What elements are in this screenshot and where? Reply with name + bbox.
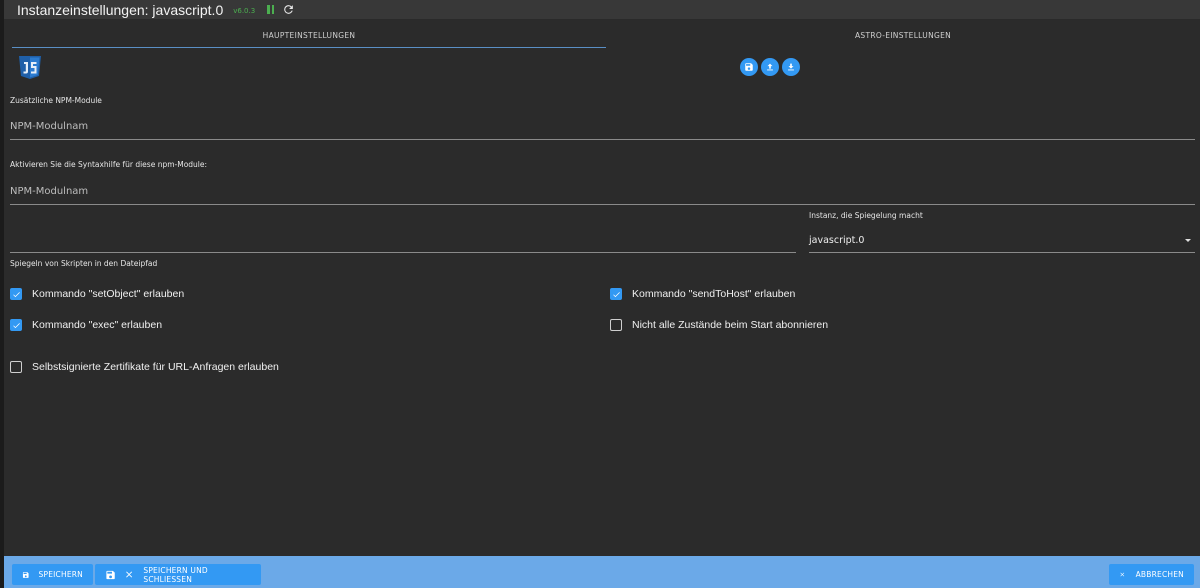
download-icon: [788, 63, 794, 71]
npm-modules-placeholder: NPM-Modulnam: [10, 121, 89, 132]
tab-main-settings[interactable]: HAUPTEINSTELLUNGEN: [12, 22, 606, 48]
npm-modules-label: Zusätzliche NPM-Module: [10, 96, 102, 105]
checkbox-send-to-host[interactable]: Kommando "sendToHost" erlauben: [610, 288, 795, 300]
checkbox-self-signed[interactable]: Selbstsignierte Zertifikate für URL-Anfr…: [10, 361, 279, 373]
checkbox-send-to-host-label: Kommando "sendToHost" erlauben: [632, 288, 796, 300]
checkbox-exec-label: Kommando "exec" erlauben: [32, 319, 163, 331]
syntax-help-input[interactable]: NPM-Modulnam: [10, 177, 1195, 205]
import-export-buttons: [740, 58, 800, 76]
checkbox-self-signed-label: Selbstsignierte Zertifikate für URL-Anfr…: [32, 361, 279, 373]
js-logo-icon: [19, 56, 41, 79]
save-icon: [22, 571, 29, 578]
upload-config-button[interactable]: [761, 58, 779, 76]
checkbox-exec[interactable]: Kommando "exec" erlauben: [10, 319, 162, 331]
title-bar: Instanzeinstellungen: javascript.0 v6.0.…: [4, 0, 1200, 20]
npm-modules-input[interactable]: NPM-Modulnam: [10, 112, 1195, 140]
checkbox-unchecked-icon[interactable]: [610, 319, 622, 331]
chevron-down-icon: [1185, 239, 1191, 242]
version-badge: v6.0.3: [233, 6, 256, 15]
save-and-close-button[interactable]: SPEICHERN UND SCHLIESSEN: [95, 564, 261, 585]
pause-icon[interactable]: [267, 5, 275, 14]
save-button-label: SPEICHERN: [38, 570, 83, 579]
save-and-close-label: SPEICHERN UND SCHLIESSEN: [143, 565, 208, 584]
close-icon: [1120, 572, 1125, 577]
cancel-button[interactable]: ABBRECHEN: [1109, 564, 1194, 585]
mirror-path-label: Spiegeln von Skripten in den Dateipfad: [10, 259, 158, 268]
checkbox-set-object[interactable]: Kommando "setObject" erlauben: [10, 288, 184, 300]
checkbox-checked-icon[interactable]: [10, 319, 22, 331]
save-button[interactable]: SPEICHERN: [12, 564, 93, 585]
tab-bar: HAUPTEINSTELLUNGEN ASTRO-EINSTELLUNGEN: [12, 22, 1200, 48]
footer-bar: SPEICHERN SPEICHERN UND SCHLIESSEN ABBRE…: [4, 556, 1200, 588]
window-title: Instanzeinstellungen: javascript.0: [17, 1, 224, 18]
mirror-instance-value: javascript.0: [809, 235, 865, 246]
checkbox-checked-icon[interactable]: [610, 288, 622, 300]
checkbox-no-subscribe-label: Nicht alle Zustände beim Start abonniere…: [632, 319, 829, 331]
cancel-button-label: ABBRECHEN: [1135, 570, 1184, 579]
close-icon: [126, 571, 133, 578]
reload-icon[interactable]: [282, 3, 295, 16]
mirror-instance-select[interactable]: javascript.0: [809, 224, 1195, 253]
checkbox-unchecked-icon[interactable]: [10, 361, 22, 373]
checkbox-set-object-label: Kommando "setObject" erlauben: [32, 288, 185, 300]
checkbox-no-subscribe[interactable]: Nicht alle Zustände beim Start abonniere…: [610, 319, 828, 331]
save-icon: [106, 570, 115, 579]
download-config-button[interactable]: [782, 58, 800, 76]
syntax-help-placeholder: NPM-Modulnam: [10, 186, 89, 197]
save-icon: [745, 63, 753, 71]
instance-settings-window: Instanzeinstellungen: javascript.0 v6.0.…: [0, 0, 1200, 588]
upload-icon: [767, 63, 773, 71]
mirror-instance-label: Instanz, die Spiegelung macht: [809, 211, 923, 220]
syntax-help-label: Aktivieren Sie die Syntaxhilfe für diese…: [10, 160, 208, 169]
mirror-path-input[interactable]: [10, 224, 796, 253]
checkbox-checked-icon[interactable]: [10, 288, 22, 300]
save-config-button[interactable]: [740, 58, 758, 76]
tab-astro-settings[interactable]: ASTRO-EINSTELLUNGEN: [606, 22, 1200, 48]
